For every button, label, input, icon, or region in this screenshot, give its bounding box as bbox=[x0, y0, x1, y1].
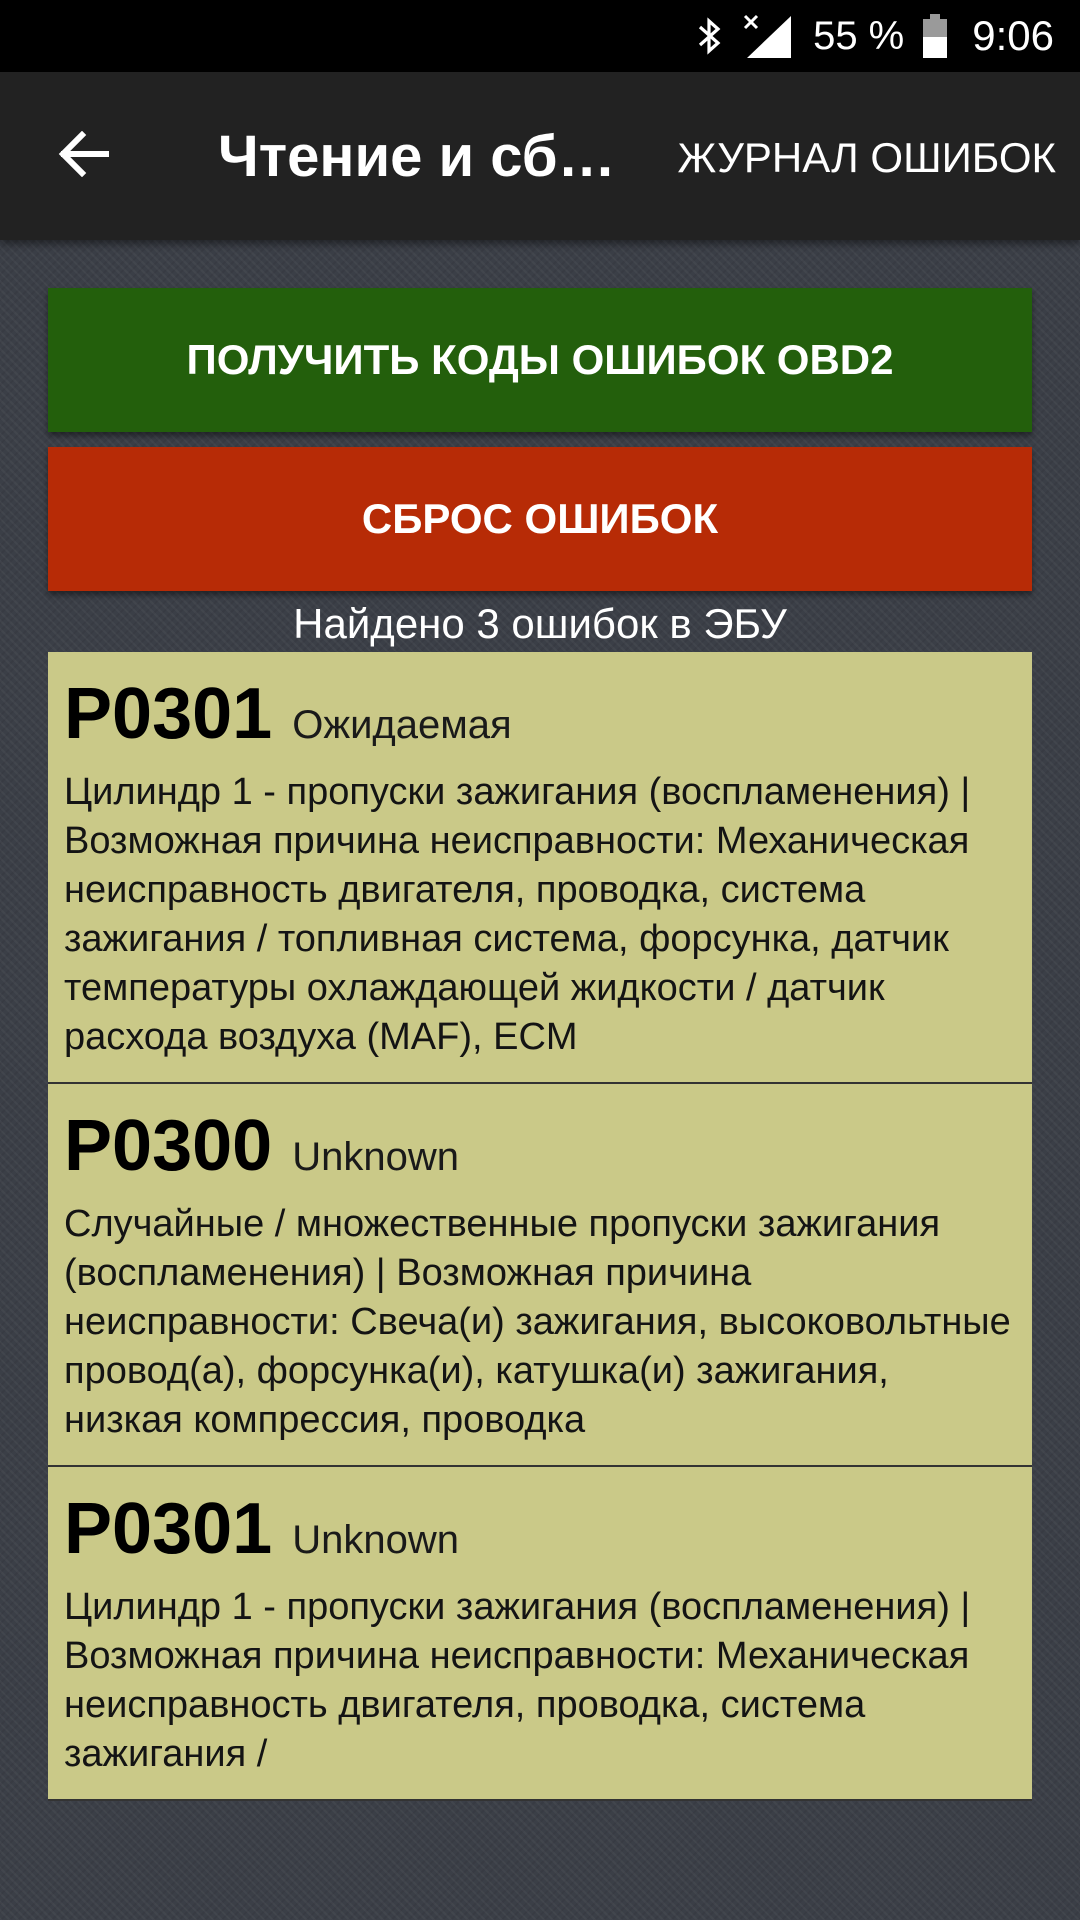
error-status: Unknown bbox=[292, 1518, 459, 1562]
error-log-button[interactable]: ЖУРНАЛ ОШИБОК bbox=[678, 132, 1056, 184]
list-item[interactable]: P0301 Ожидаемая Цилиндр 1 - пропуски заж… bbox=[48, 652, 1032, 1084]
signal-icon bbox=[741, 12, 795, 60]
arrow-back-icon bbox=[58, 130, 110, 182]
errors-found-label: Найдено 3 ошибок в ЭБУ bbox=[293, 600, 787, 647]
error-list[interactable]: P0301 Ожидаемая Цилиндр 1 - пропуски заж… bbox=[48, 652, 1032, 1870]
battery-icon bbox=[922, 13, 948, 59]
battery-percent: 55 % bbox=[813, 13, 905, 58]
error-status: Ожидаемая bbox=[292, 703, 512, 747]
error-description: Цилиндр 1 - пропуски зажигания (воспламе… bbox=[64, 1586, 971, 1775]
error-code: P0301 bbox=[64, 674, 273, 754]
error-description: Цилиндр 1 - пропуски зажигания (воспламе… bbox=[64, 771, 971, 1058]
status-bar: 55 % 9:06 bbox=[0, 0, 1080, 72]
error-code: P0300 bbox=[64, 1106, 273, 1186]
reset-errors-button[interactable]: СБРОС ОШИБОК bbox=[48, 447, 1032, 591]
read-codes-button[interactable]: ПОЛУЧИТЬ КОДЫ ОШИБОК OBD2 bbox=[48, 288, 1032, 432]
back-button[interactable] bbox=[36, 108, 132, 204]
app-bar: Чтение и сбр... ЖУРНАЛ ОШИБОК bbox=[0, 72, 1080, 240]
error-status: Unknown bbox=[292, 1135, 459, 1179]
clock: 9:06 bbox=[972, 12, 1054, 59]
error-description: Случайные / множественные пропуски зажиг… bbox=[64, 1203, 1011, 1441]
error-code: P0301 bbox=[64, 1489, 273, 1569]
list-item[interactable]: P0300 Unknown Случайные / множественные … bbox=[48, 1084, 1032, 1467]
list-item[interactable]: P0301 Unknown Цилиндр 1 - пропуски зажиг… bbox=[48, 1467, 1032, 1801]
bluetooth-icon bbox=[697, 16, 723, 56]
page-title: Чтение и сбр... bbox=[218, 124, 628, 189]
